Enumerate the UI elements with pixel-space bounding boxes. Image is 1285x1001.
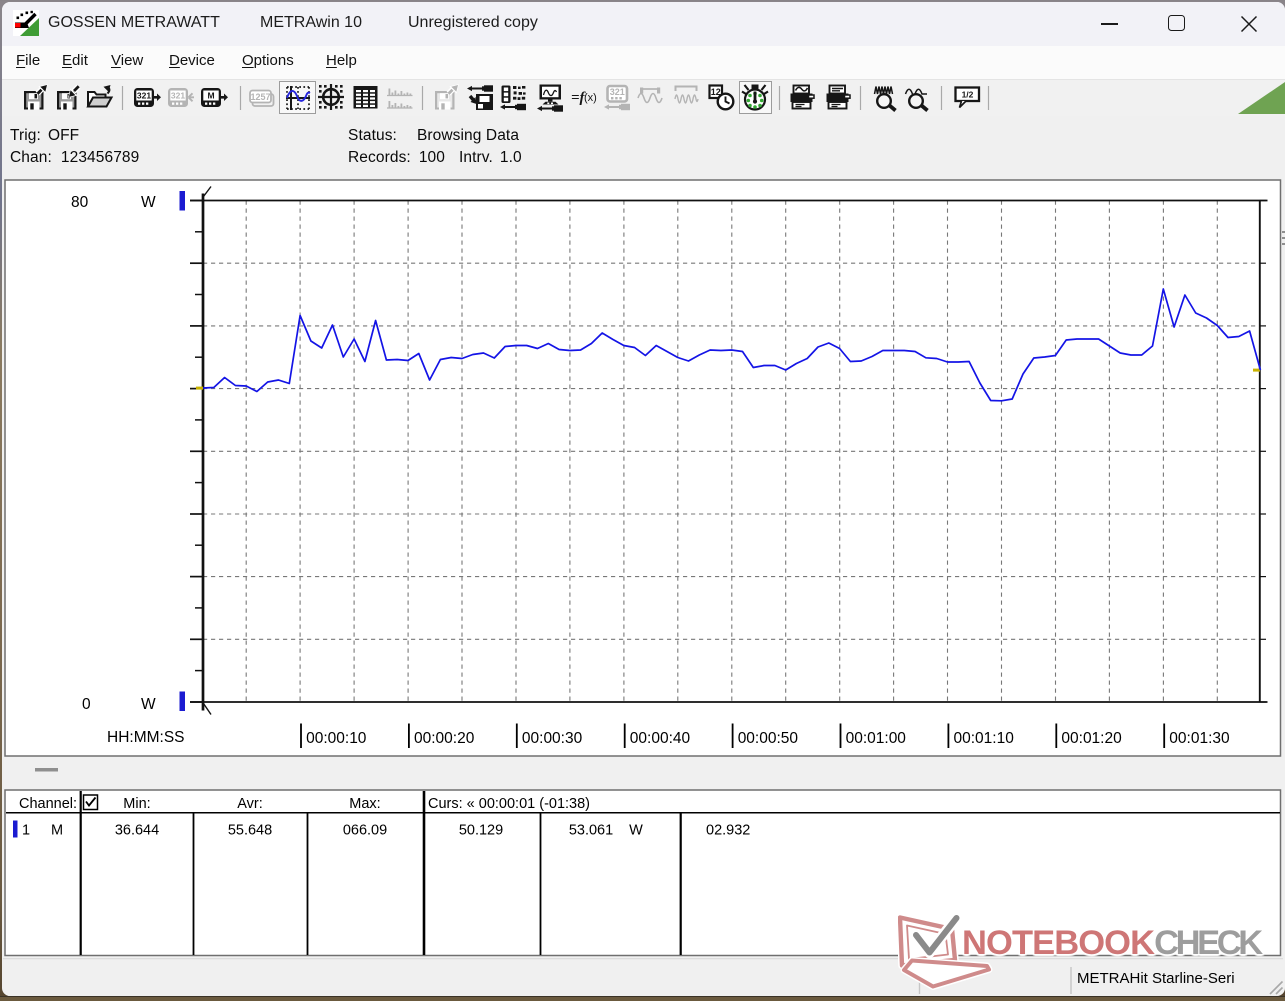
svg-text:00:00:50: 00:00:50: [738, 730, 799, 747]
svg-text:55.648: 55.648: [228, 823, 272, 839]
svg-text:321: 321: [137, 91, 151, 101]
svg-text:1/2: 1/2: [962, 90, 974, 100]
svg-text:W: W: [629, 823, 643, 839]
svg-text:00:01:00: 00:01:00: [846, 730, 907, 747]
svg-text:Min:: Min:: [123, 796, 150, 812]
svg-text:321: 321: [171, 91, 185, 101]
svg-text:M: M: [207, 91, 214, 101]
svg-text:00:00:40: 00:00:40: [630, 730, 691, 747]
svg-text:1257: 1257: [250, 92, 270, 102]
svg-text:Max:: Max:: [349, 796, 380, 812]
svg-text:066.09: 066.09: [343, 823, 387, 839]
svg-text:50.129: 50.129: [459, 823, 503, 839]
svg-text:321: 321: [610, 87, 625, 97]
svg-text:1: 1: [22, 823, 30, 839]
svg-text:Avr:: Avr:: [237, 796, 263, 812]
svg-text:W: W: [141, 696, 156, 713]
svg-text:W: W: [141, 194, 156, 211]
svg-text:M: M: [51, 823, 63, 839]
svg-text:00:00:10: 00:00:10: [306, 730, 367, 747]
svg-text:HH:MM:SS: HH:MM:SS: [107, 729, 185, 746]
svg-text:Curs: « 00:00:01 (-01:38): Curs: « 00:00:01 (-01:38): [428, 796, 590, 812]
svg-text:80: 80: [71, 194, 89, 211]
svg-text:Channel:: Channel:: [19, 796, 77, 812]
svg-text:0: 0: [82, 696, 91, 713]
svg-text:00:01:30: 00:01:30: [1169, 730, 1230, 747]
svg-text:36.644: 36.644: [115, 823, 159, 839]
svg-text:02.932: 02.932: [706, 823, 750, 839]
svg-text:00:00:30: 00:00:30: [522, 730, 583, 747]
svg-text:53.061: 53.061: [569, 823, 613, 839]
svg-text:00:01:20: 00:01:20: [1061, 730, 1122, 747]
svg-text:00:00:20: 00:00:20: [414, 730, 475, 747]
svg-text:(x): (x): [584, 92, 597, 104]
svg-text:00:01:10: 00:01:10: [954, 730, 1015, 747]
